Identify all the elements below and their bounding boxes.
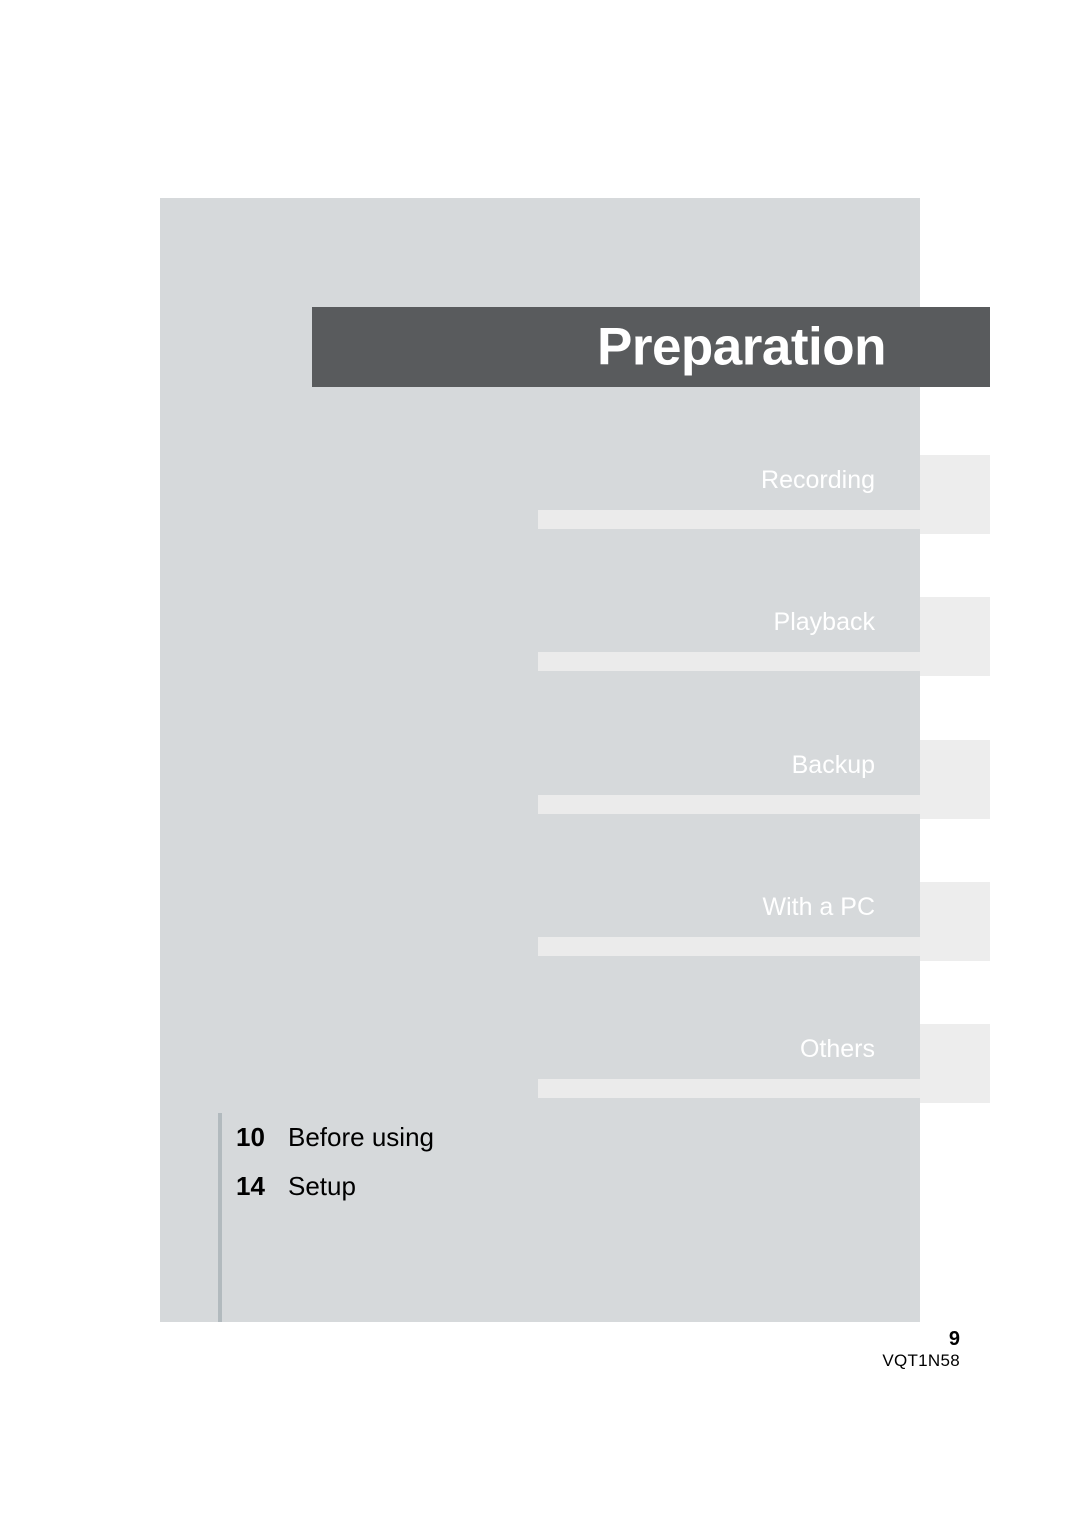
footer-document-code: VQT1N58 <box>882 1351 960 1370</box>
side-tab-label: With a PC <box>762 893 875 921</box>
side-tab-extension <box>920 455 990 534</box>
page-footer: 9 VQT1N58 <box>700 1328 960 1371</box>
side-tab-underline-strip <box>538 510 920 529</box>
toc-entry-page-number: 14 <box>236 1171 265 1201</box>
side-tab-label: Recording <box>761 466 875 494</box>
toc-entry-page-number: 10 <box>236 1122 265 1152</box>
side-tab-underline-strip <box>538 1079 920 1098</box>
page-title: Preparation <box>596 317 887 377</box>
side-tab-underline-strip <box>538 652 920 671</box>
manual-section-divider-page: Recording Playback Backup With a PC Others P… <box>0 0 1080 1526</box>
footer-page-number: 9 <box>948 1328 960 1350</box>
side-tab-extension <box>920 597 990 676</box>
toc-entry[interactable]: 10 Before using <box>222 1113 638 1162</box>
side-tab-underline-strip <box>538 937 920 956</box>
side-tab-extension <box>920 740 990 819</box>
table-of-contents: 10 Before using 14 Setup <box>218 1113 638 1322</box>
side-tab-underline-strip <box>538 795 920 814</box>
toc-entry[interactable]: 14 Setup <box>222 1162 638 1211</box>
side-tab-extension <box>920 1024 990 1103</box>
side-tab-extension <box>920 882 990 961</box>
section-title-band: Preparation <box>312 307 990 387</box>
toc-entry-title: Setup <box>288 1171 356 1201</box>
toc-entry-title: Before using <box>288 1122 434 1152</box>
side-tab-label: Backup <box>791 751 875 779</box>
side-tab-label: Playback <box>773 608 875 636</box>
side-tab-label: Others <box>799 1035 875 1063</box>
